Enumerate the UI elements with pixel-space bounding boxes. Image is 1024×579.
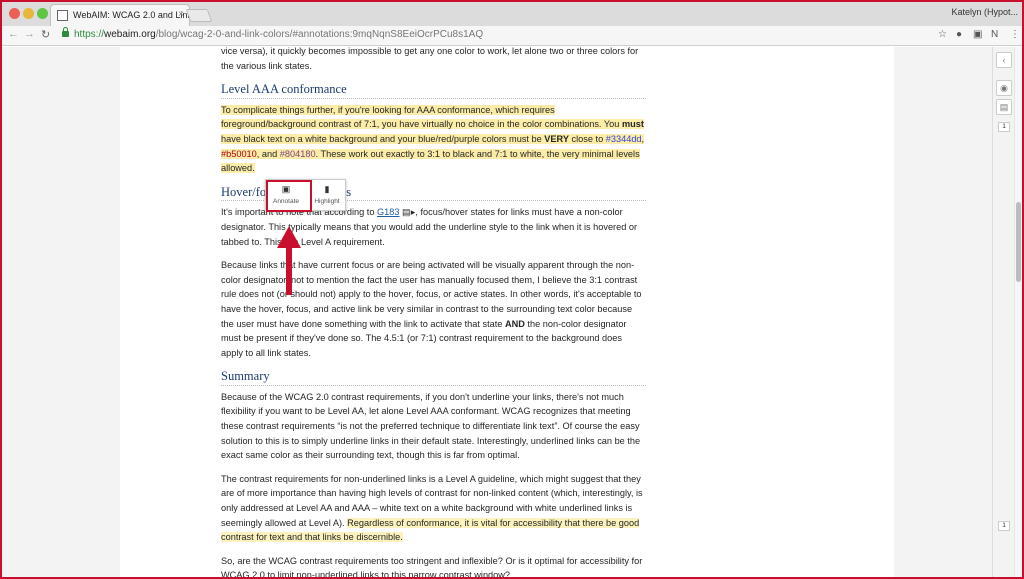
aaa-paragraph: To complicate things further, if you're … — [221, 103, 646, 176]
eye-icon[interactable]: ◉ — [996, 80, 1012, 96]
url-scheme: https:// — [74, 29, 105, 40]
summary-paragraph-3: So, are the WCAG contrast requirements t… — [221, 555, 643, 579]
summary-paragraph-1: Because of the WCAG 2.0 contrast require… — [221, 391, 641, 461]
extension-n-icon[interactable]: N — [991, 29, 998, 40]
tab-strip: WebAIM: WCAG 2.0 and Link C × Katelyn (H… — [0, 0, 1024, 26]
highlight-button[interactable]: ▮ Highlight — [307, 180, 347, 212]
page-viewport: vice versa), it quickly becomes impossib… — [0, 44, 1024, 579]
secure-lock-icon — [62, 27, 69, 37]
heading-summary: Summary — [221, 369, 646, 386]
external-link-icon: ▤▸ — [399, 207, 416, 218]
color-red-code: #b50010 — [221, 148, 257, 159]
highlighted-text[interactable]: To complicate things further, if you're … — [221, 104, 645, 174]
address-bar[interactable]: https://webaim.org/blog/wcag-2-0-and-lin… — [74, 29, 483, 40]
minimize-window-button[interactable] — [23, 8, 34, 19]
annotation-count-badge[interactable]: 1 — [998, 521, 1010, 531]
color-purple-code: #804180 — [279, 148, 316, 159]
menu-kebab-icon[interactable]: ⋮ — [1010, 29, 1020, 40]
tab-close-icon[interactable]: × — [178, 9, 184, 20]
article-body: vice versa), it quickly becomes impossib… — [221, 44, 646, 579]
color-blue-code: #3344dd — [605, 133, 642, 144]
heading-level-aaa: Level AAA conformance — [221, 82, 646, 99]
summary-paragraph-2: The contrast requirements for non-underl… — [221, 473, 643, 543]
callout-arrow-shaft — [286, 246, 292, 295]
highlight-label: Highlight — [314, 198, 340, 205]
new-tab-button[interactable] — [185, 9, 213, 22]
reload-icon[interactable]: ↻ — [41, 28, 50, 41]
g183-link[interactable]: G183 — [377, 207, 399, 217]
back-icon[interactable]: ← — [8, 28, 19, 40]
url-path: /blog/wcag-2-0-and-link-colors/#annotati… — [155, 29, 484, 40]
close-window-button[interactable] — [9, 8, 20, 19]
sidebar-collapse-icon[interactable]: ‹ — [996, 52, 1012, 68]
annotation-sidebar: ‹ ◉ ▤ 1 1 — [992, 47, 1014, 579]
scrollbar[interactable] — [1014, 47, 1022, 579]
extension-screen-icon[interactable]: ▣ — [973, 29, 982, 40]
profile-name[interactable]: Katelyn (Hypot... — [951, 7, 1018, 17]
bookmark-star-icon[interactable]: ☆ — [938, 29, 947, 40]
forward-icon[interactable]: → — [24, 28, 35, 40]
new-note-icon[interactable]: ▤ — [996, 99, 1012, 115]
hover-paragraph-2: Because links that have current focus or… — [221, 260, 642, 358]
browser-toolbar: ← → ↻ https://webaim.org/blog/wcag-2-0-a… — [0, 26, 1024, 46]
extension-hypothesis-icon[interactable]: ● — [956, 29, 962, 40]
browser-tab[interactable]: WebAIM: WCAG 2.0 and Link C × — [50, 4, 190, 26]
url-host: webaim.org — [104, 29, 156, 40]
highlighter-icon: ▮ — [324, 184, 330, 194]
callout-arrow-head — [277, 226, 301, 248]
scrollbar-thumb[interactable] — [1016, 202, 1021, 282]
annotation-count-badge[interactable]: 1 — [998, 122, 1010, 132]
tab-title: WebAIM: WCAG 2.0 and Link C — [73, 10, 190, 20]
webaim-favicon-icon — [57, 10, 68, 21]
intro-paragraph: vice versa), it quickly becomes impossib… — [221, 46, 639, 71]
callout-box — [266, 180, 312, 212]
maximize-window-button[interactable] — [37, 8, 48, 19]
